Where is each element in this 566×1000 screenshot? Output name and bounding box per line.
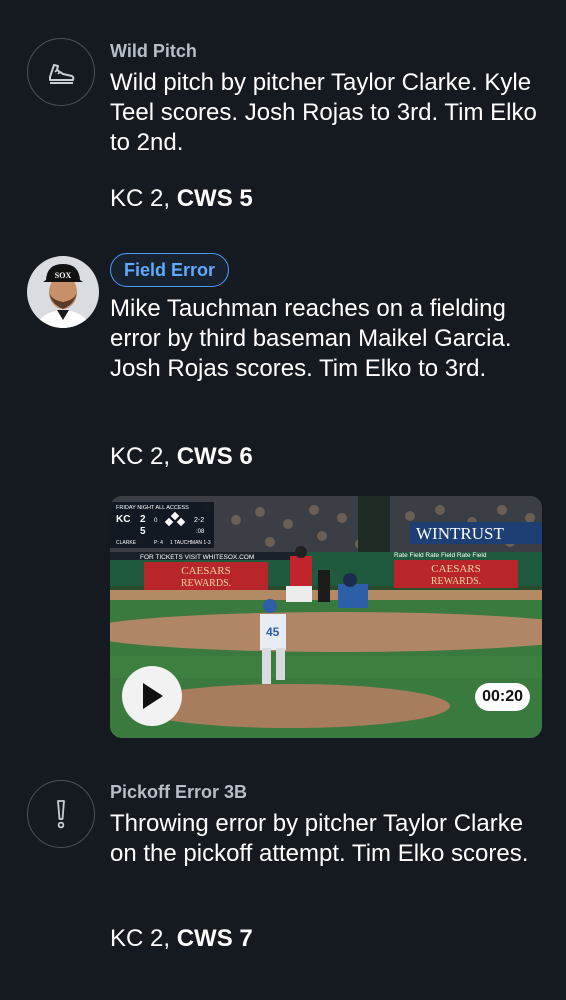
play-description: Mike Tauchman reaches on a fielding erro… xyxy=(110,295,512,382)
svg-text:SOX: SOX xyxy=(55,271,72,280)
sign-left-line2: REWARDS. xyxy=(181,578,231,589)
scorebug-away-runs: 2 xyxy=(140,514,146,525)
scorebug-home-runs: 5 xyxy=(140,526,146,537)
pitcher-jersey-number: 45 xyxy=(266,625,280,639)
home-score: CWS 5 xyxy=(176,185,253,212)
home-score: CWS 7 xyxy=(176,925,253,952)
scorebug-batter: 1 TAUCHMAN 1-3 xyxy=(170,540,211,546)
sign-right-line1: CAESARS xyxy=(431,563,481,575)
scorebug-pitches: P: 4 xyxy=(154,540,163,546)
rate-field-text: Rate Field Rate Field Rate Field xyxy=(394,552,487,559)
scorebug-pitcher: CLARKE xyxy=(116,540,137,546)
away-score: KC 2, xyxy=(110,185,171,212)
running-shoe-icon xyxy=(27,38,95,106)
play-button[interactable] xyxy=(122,666,182,726)
play-icon xyxy=(143,683,163,709)
score-line: KC 2, CWS 7 xyxy=(110,925,253,953)
highlight-video-thumbnail[interactable]: WINTRUST FOR TICKETS VISIT WHITESOX.COM … xyxy=(110,496,542,738)
play-description: Wild pitch by pitcher Taylor Clarke. Kyl… xyxy=(110,69,537,156)
score-line: KC 2, CWS 6 xyxy=(110,443,253,471)
play-type-label: Wild Pitch xyxy=(110,41,197,61)
field-error-badge: Field Error xyxy=(110,253,230,287)
exclamation-icon xyxy=(27,780,95,848)
scorebug-count: 2-2 xyxy=(194,517,204,524)
score-line: KC 2, CWS 5 xyxy=(110,185,253,213)
sign-left-line1: CAESARS xyxy=(181,565,231,577)
scorebug-pitch-clock: :08 xyxy=(196,529,205,535)
play-type-label: Pickoff Error 3B xyxy=(110,782,248,802)
banner-text: WINTRUST xyxy=(416,524,504,543)
home-score: CWS 6 xyxy=(176,443,253,470)
video-duration-badge: 00:20 xyxy=(475,683,530,711)
avatar[interactable]: SOX xyxy=(27,256,99,328)
scorebug-away-team: KC xyxy=(116,514,130,525)
away-score: KC 2, xyxy=(110,925,171,952)
scorebug-header: FRIDAY NIGHT ALL ACCESS xyxy=(116,505,189,511)
sign-right-line2: REWARDS. xyxy=(431,576,481,587)
play-by-play-feed: Wild Pitch Wild pitch by pitcher Taylor … xyxy=(0,0,566,1000)
play-description: Throwing error by pitcher Taylor Clarke … xyxy=(110,810,529,867)
away-score: KC 2, xyxy=(110,443,171,470)
ad-text: FOR TICKETS VISIT WHITESOX.COM xyxy=(140,554,254,561)
